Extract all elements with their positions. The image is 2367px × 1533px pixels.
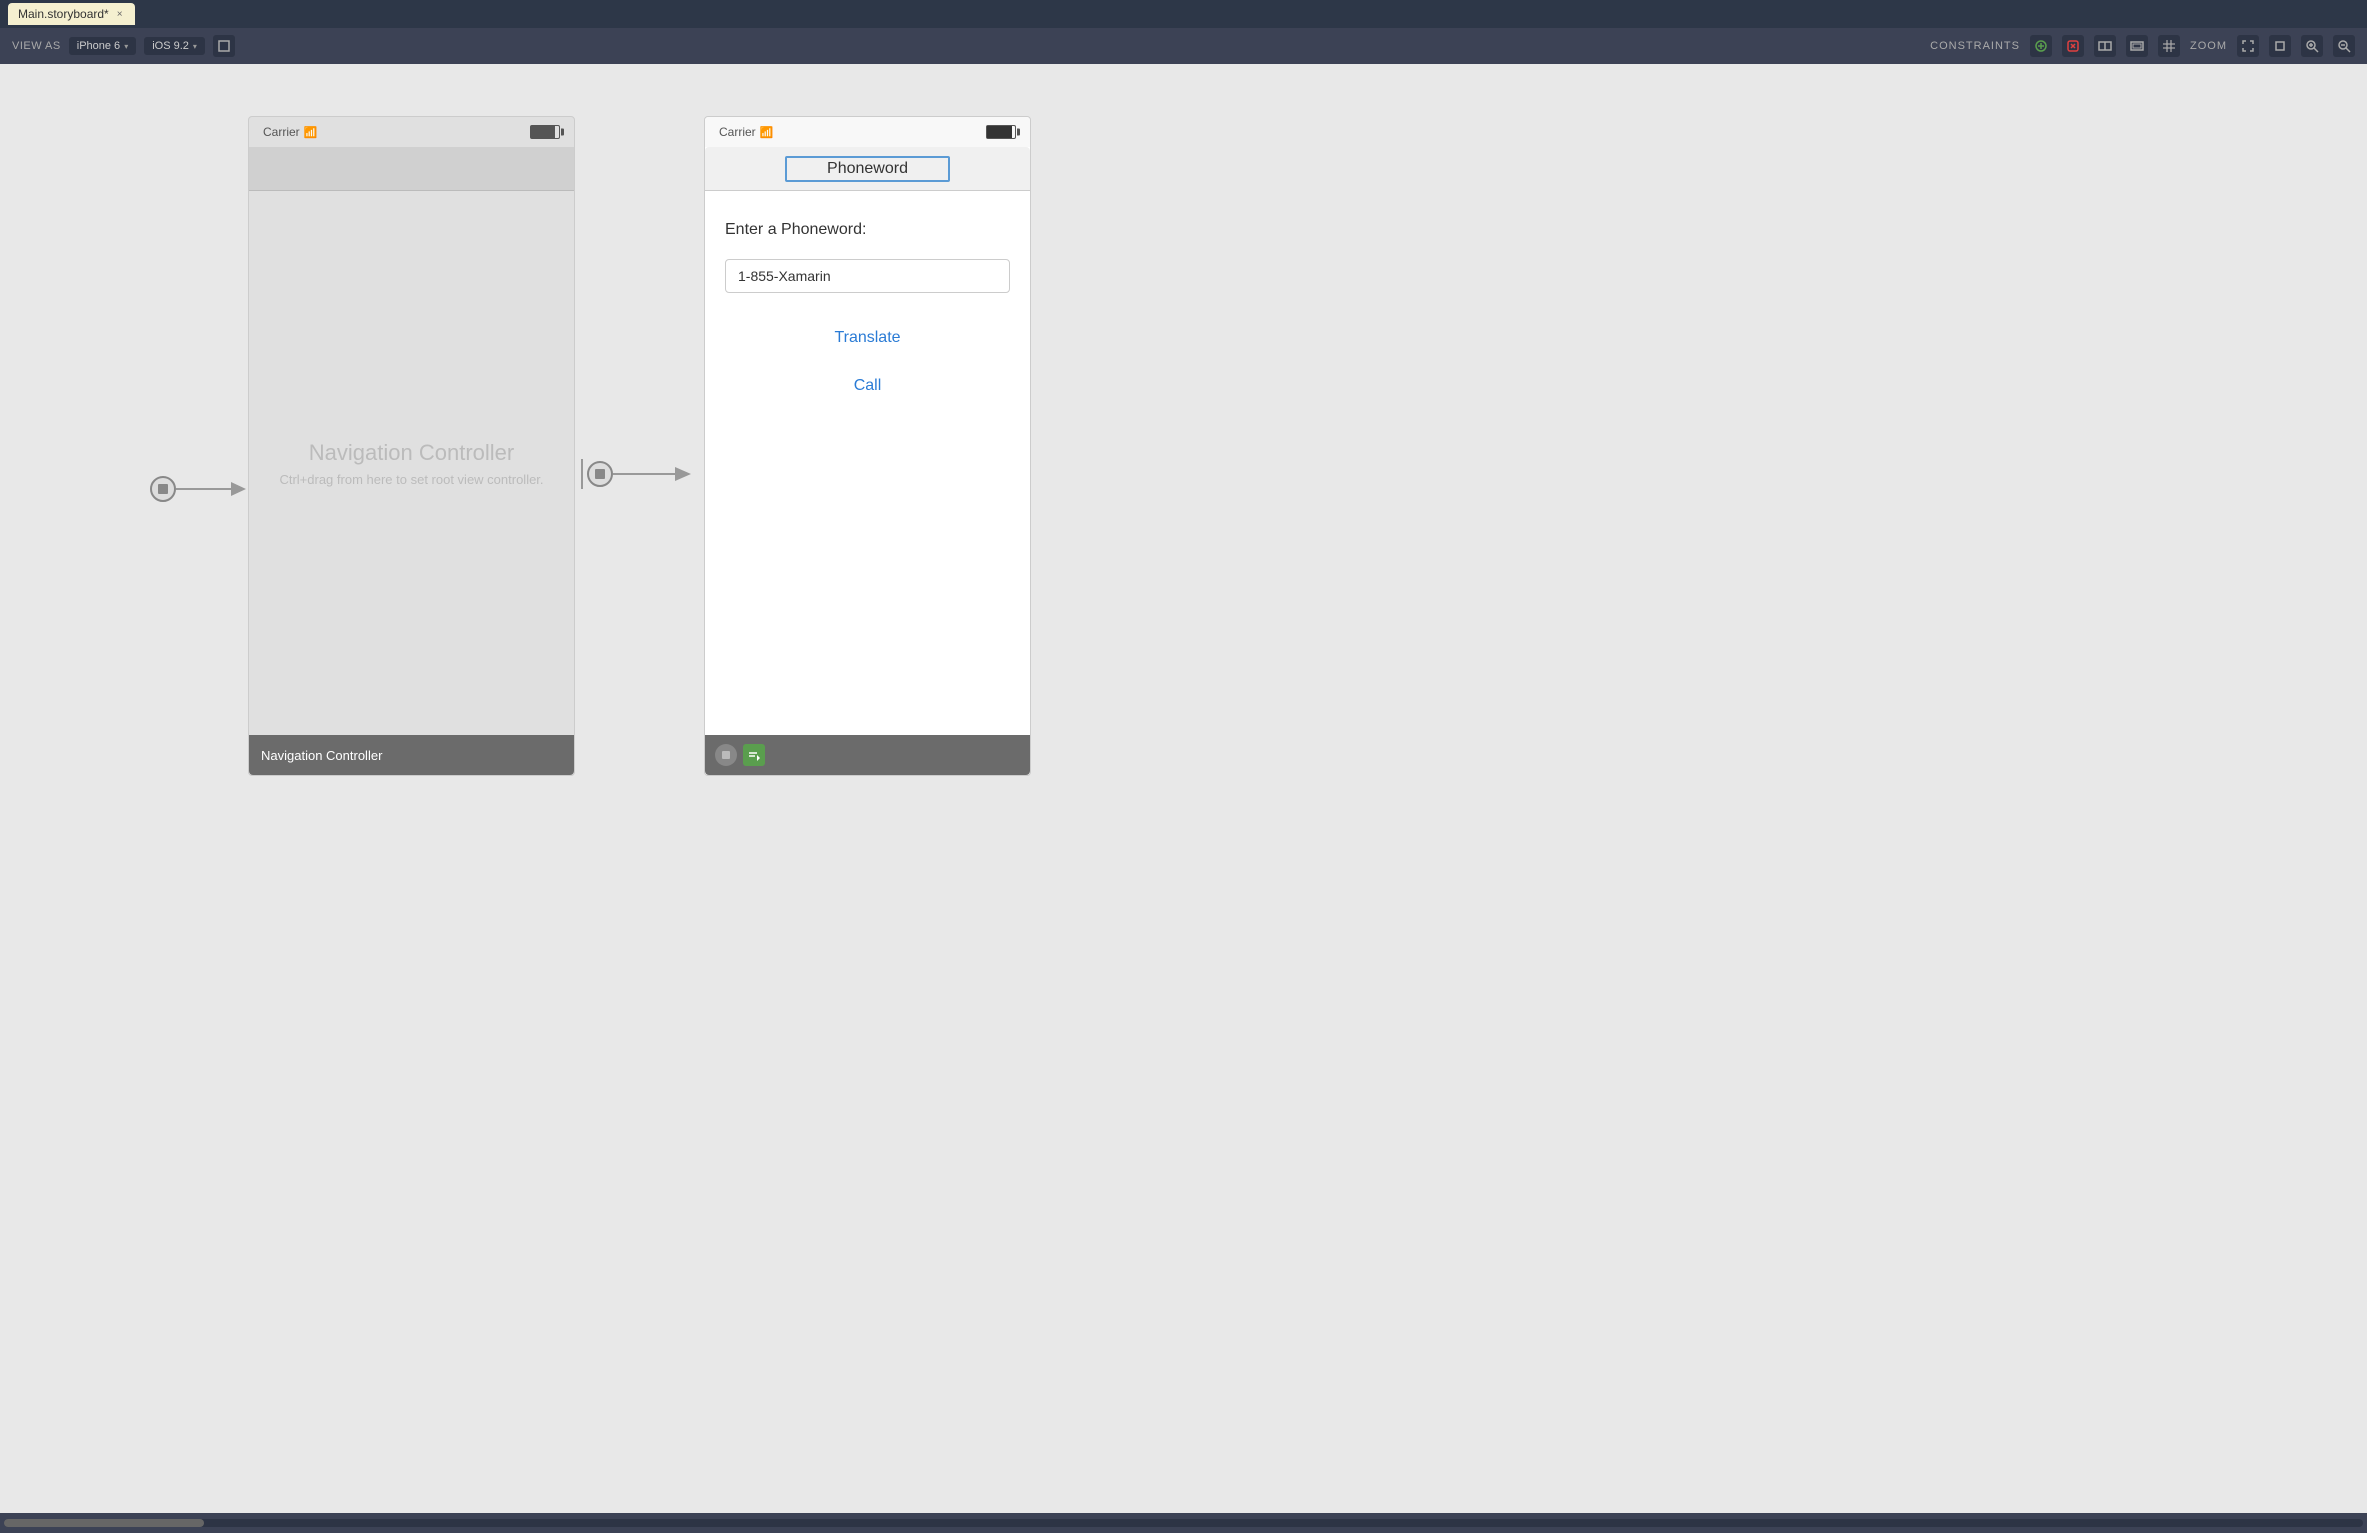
device-caret-icon: ▾ xyxy=(124,42,128,51)
size-button[interactable] xyxy=(2126,35,2148,57)
nav-wifi-icon: 📶 xyxy=(304,126,318,139)
resolve-constraints-button[interactable] xyxy=(2062,35,2084,57)
connector-arrow-circle xyxy=(587,461,613,487)
title-bar: Main.storyboard* × xyxy=(0,0,2367,28)
phoneword-nav-bar: Phoneword xyxy=(705,147,1030,191)
view-as-label: VIEW AS xyxy=(12,40,61,52)
main-storyboard-tab[interactable]: Main.storyboard* × xyxy=(8,3,135,25)
phoneword-controller-box: Carrier 📶 Phoneword Enter a Phoneword: 1… xyxy=(704,116,1031,776)
connector-line-start xyxy=(577,459,587,489)
device-orientation-button[interactable] xyxy=(213,35,235,57)
scrollbar-thumb[interactable] xyxy=(4,1519,204,1527)
ios-selector[interactable]: iOS 9.2 ▾ xyxy=(144,37,205,55)
navigation-controller-box: Carrier 📶 Navigation Controller Ctrl+dra… xyxy=(248,116,575,776)
tab-label: Main.storyboard* xyxy=(18,7,109,21)
storyboard-canvas[interactable]: Carrier 📶 Navigation Controller Ctrl+dra… xyxy=(0,64,2367,1513)
call-button[interactable]: Call xyxy=(725,377,1010,395)
connector-arrow xyxy=(577,459,693,489)
connector-arrow-line xyxy=(613,459,693,489)
device-label: iPhone 6 xyxy=(77,40,120,52)
zoom-label: ZOOM xyxy=(2190,40,2227,52)
toolbar: VIEW AS iPhone 6 ▾ iOS 9.2 ▾ CONSTRAINTS xyxy=(0,28,2367,64)
nav-battery-icon xyxy=(530,125,560,139)
phoneword-status-bar: Carrier 📶 xyxy=(705,117,1030,147)
zoom-actual-button[interactable] xyxy=(2269,35,2291,57)
phoneword-wifi-icon: 📶 xyxy=(760,126,774,139)
add-constraints-button[interactable] xyxy=(2030,35,2052,57)
zoom-fit-button[interactable] xyxy=(2237,35,2259,57)
phoneword-view-content: Enter a Phoneword: 1-855-Xamarin Transla… xyxy=(705,191,1030,735)
nav-controller-subtitle: Ctrl+drag from here to set root view con… xyxy=(279,472,543,487)
nav-controller-navbar xyxy=(249,147,574,191)
nav-controller-footer: Navigation Controller xyxy=(249,735,574,775)
enter-phoneword-label: Enter a Phoneword: xyxy=(725,221,1010,239)
phoneword-nav-title-box: Phoneword xyxy=(785,156,950,182)
phoneword-footer-circle-icon xyxy=(715,744,737,766)
grid-button[interactable] xyxy=(2158,35,2180,57)
zoom-in-button[interactable] xyxy=(2301,35,2323,57)
ios-label: iOS 9.2 xyxy=(152,40,189,52)
entry-arrow-square xyxy=(158,484,168,494)
connector-arrow-square xyxy=(595,469,605,479)
constraints-label: CONSTRAINTS xyxy=(1930,40,2020,52)
nav-controller-status-bar: Carrier 📶 xyxy=(249,117,574,147)
phoneword-nav-title: Phoneword xyxy=(827,160,908,177)
entry-arrow xyxy=(150,474,246,504)
scrollbar-bottom[interactable] xyxy=(0,1513,2367,1533)
toolbar-right: CONSTRAINTS xyxy=(1930,35,2355,57)
layout-button[interactable] xyxy=(2094,35,2116,57)
nav-controller-footer-label: Navigation Controller xyxy=(261,748,382,763)
ios-caret-icon: ▾ xyxy=(193,42,197,51)
phoneword-footer xyxy=(705,735,1030,775)
device-selector[interactable]: iPhone 6 ▾ xyxy=(69,37,136,55)
entry-arrow-line xyxy=(176,474,246,504)
nav-controller-body: Navigation Controller Ctrl+drag from her… xyxy=(249,191,574,735)
close-tab-button[interactable]: × xyxy=(115,9,125,19)
phoneword-footer-square-icon xyxy=(743,744,765,766)
phoneword-carrier-text: Carrier xyxy=(719,125,756,139)
nav-carrier-text: Carrier xyxy=(263,125,300,139)
phoneword-battery-icon xyxy=(986,125,1016,139)
entry-arrow-circle xyxy=(150,476,176,502)
phoneword-input[interactable]: 1-855-Xamarin xyxy=(725,259,1010,293)
nav-controller-title: Navigation Controller xyxy=(309,440,514,466)
zoom-out-button[interactable] xyxy=(2333,35,2355,57)
scrollbar-track[interactable] xyxy=(4,1519,2363,1527)
translate-button[interactable]: Translate xyxy=(725,329,1010,347)
